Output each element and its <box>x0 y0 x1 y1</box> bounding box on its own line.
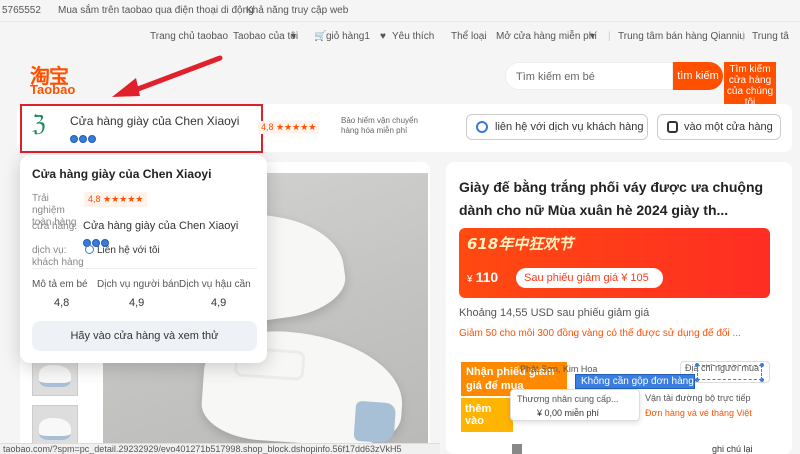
popup-shop-label: cửa hàng: <box>32 221 78 232</box>
cart-icon: 🛒 <box>314 31 327 42</box>
popup-metric-value: 4,8 <box>54 297 70 309</box>
nav-cart[interactable]: giỏ hàng1 <box>326 31 370 42</box>
nav-categories[interactable]: Thể loại <box>451 31 487 42</box>
contact-service-label: liên hệ với dịch vụ khách hàng <box>495 121 644 133</box>
chevron-down-icon: ▾ <box>590 31 596 42</box>
enter-store-label: vào một cửa hàng <box>684 121 773 133</box>
address-popup: Thương nhân cung cấp... ¥ 0,00 miễn phí <box>510 389 640 421</box>
selection-handle[interactable] <box>760 378 764 382</box>
popup-contact-link[interactable]: Liên hệ với tôi <box>85 245 160 256</box>
topbar-id: 5765552 <box>2 5 41 16</box>
enter-store-button[interactable]: vào một cửa hàng <box>657 114 781 140</box>
address-popup-line: ¥ 0,00 miễn phí <box>537 408 600 418</box>
popup-shop-title: Cửa hàng giày của Chen Xiaoyi <box>32 167 212 181</box>
popup-shop-value: Cửa hàng giày của Chen Xiaoyi <box>83 220 239 232</box>
nav-center[interactable]: Trung tâ <box>752 31 789 42</box>
nav-home[interactable]: Trang chủ taobao <box>150 31 228 42</box>
price: ¥110 <box>467 269 498 285</box>
transport-note: Vận tải đường bộ trực tiếp <box>645 393 751 403</box>
promo-festival-title: 618年中狂欢节 <box>467 235 574 253</box>
top-bar: 5765552 Mua sắm trên taobao qua điện tho… <box>0 0 800 22</box>
ship-origin: Phật Sơn, Kim Hoa <box>520 364 598 374</box>
shop-rating: 4,8 ★★★★★ <box>258 121 320 134</box>
nav-seller-center[interactable]: Trung tâm bán hàng Qianniu <box>618 31 745 42</box>
note-text: ghi chú lại <box>712 444 753 454</box>
color-swatch[interactable] <box>512 444 522 454</box>
popup-divider <box>32 268 257 269</box>
product-title: Giày đế bằng trắng phối váy được ưa chuộ… <box>459 179 764 218</box>
popup-metric-label: Mô tả em bé <box>32 279 88 290</box>
popup-service-label: dịch vụ: khách hàng <box>32 245 84 268</box>
popup-contact-label: Liên hệ với tôi <box>97 245 160 256</box>
taobao-logo-text[interactable]: Taobao <box>30 82 75 97</box>
chat-icon <box>85 245 94 254</box>
selection-handle[interactable] <box>695 378 699 382</box>
usd-note: Khoảng 14,55 USD sau phiếu giảm giá <box>459 307 650 319</box>
chevron-down-icon: ▾ <box>291 31 297 42</box>
nav-separator: | <box>608 31 611 42</box>
accessibility-link[interactable]: Khả năng truy cập web <box>246 5 348 16</box>
nav-my-taobao[interactable]: Taobao của tôi <box>233 31 298 42</box>
mobile-shopping-link[interactable]: Mua sắm trên taobao qua điện thoại di độ… <box>58 5 254 16</box>
selection-box <box>697 365 762 380</box>
add-tag[interactable]: thêm vào <box>461 398 513 432</box>
free-shipping-insurance: Bảo hiểm vận chuyển hàng hóa miễn phí <box>341 116 418 135</box>
visit-store-button[interactable]: Hãy vào cửa hàng và xem thử <box>32 321 257 351</box>
discount-note[interactable]: Giảm 50 cho mỗi 300 đồng vàng có thể đượ… <box>459 328 781 339</box>
site-nav: Trang chủ taobao Taobao của tôi ▾ 🛒 giỏ … <box>0 22 800 50</box>
nav-open-store[interactable]: Mở cửa hàng miễn phí <box>496 31 597 42</box>
no-merge-order-label[interactable]: Không cần gộp đơn hàng <box>575 374 695 389</box>
vn-orders-link[interactable]: Đơn hàng và vé tháng Việt <box>645 408 752 418</box>
status-url-bar: taobao.com/?spm=pc_detail.29232929/evo40… <box>0 443 440 454</box>
popup-metric-value: 4,9 <box>211 297 227 309</box>
red-arrow-annotation <box>112 55 223 97</box>
contact-service-button[interactable]: liên hệ với dịch vụ khách hàng <box>466 114 648 140</box>
search-button[interactable]: tìm kiếm <box>673 62 723 90</box>
chat-icon <box>476 121 488 133</box>
price-value: 110 <box>475 269 499 285</box>
address-popup-line: Thương nhân cung cấp... <box>517 394 619 404</box>
popup-metric-value: 4,9 <box>129 297 145 309</box>
nav-favorites[interactable]: Yêu thích <box>392 31 434 42</box>
heart-icon: ♥ <box>380 31 386 42</box>
currency-symbol: ¥ <box>467 274 473 285</box>
popup-metric-label: Dịch vụ người bán <box>97 279 180 290</box>
nav-separator: | <box>742 31 745 42</box>
popup-rating: 4,8 ★★★★★ <box>84 192 148 207</box>
selection-handle[interactable] <box>760 363 764 367</box>
shop-highlight-box <box>20 104 263 153</box>
search-store-button[interactable]: Tìm kiếm cửa hàng của chúng tôi <box>724 62 776 110</box>
store-icon <box>667 121 678 133</box>
coupon-price-badge: Sau phiếu giảm giá ¥ 105 <box>516 268 663 288</box>
popup-metric-label: Dịch vụ hậu cần <box>179 279 251 290</box>
search-input[interactable]: Tìm kiếm em bé <box>505 62 673 90</box>
selection-handle[interactable] <box>695 363 699 367</box>
